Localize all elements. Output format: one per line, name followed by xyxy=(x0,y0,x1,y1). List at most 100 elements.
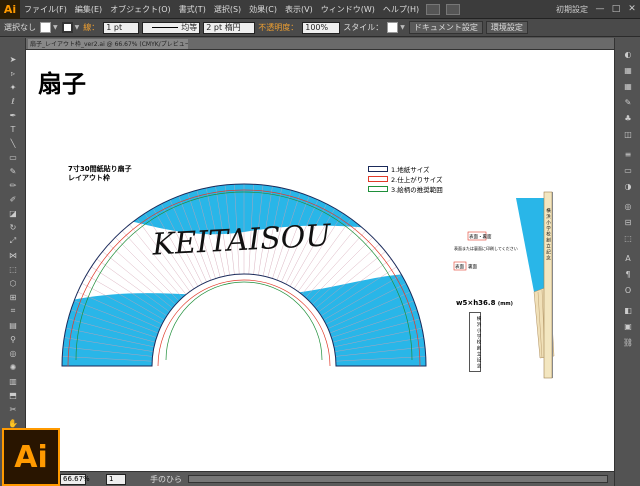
perspective-grid-tool-icon[interactable]: ⊞ xyxy=(5,292,21,302)
document-setup-button[interactable]: ドキュメント設定 xyxy=(408,21,483,34)
gradient-panel-icon[interactable]: ▭ xyxy=(622,166,634,175)
width-tool-icon[interactable]: ⋈ xyxy=(5,250,21,260)
folded-fan-view[interactable]: 横 浜 小 学 校 創 立 記 念 表面・裏面 表面または裏面に印刷してください… xyxy=(446,180,566,380)
slice-tool-icon[interactable]: ✂ xyxy=(5,404,21,414)
guard-stick-text: 横 浜 小 学 校 創 立 記 念 xyxy=(546,207,551,260)
shape-builder-tool-icon[interactable]: ⬡ xyxy=(5,278,21,288)
chevron-down-icon[interactable]: ▼ xyxy=(75,24,80,31)
rectangle-tool-icon[interactable]: ▭ xyxy=(5,152,21,162)
arrange-documents-icon[interactable] xyxy=(446,3,461,15)
eyedropper-tool-icon[interactable]: ⚲ xyxy=(5,334,21,344)
stroke-weight-field[interactable]: 1 pt xyxy=(103,21,140,34)
menu-select[interactable]: 選択(S) xyxy=(210,4,245,15)
artboard-tool-icon[interactable]: ⬒ xyxy=(5,390,21,400)
mesh-tool-icon[interactable]: ⌗ xyxy=(5,306,21,316)
menu-edit[interactable]: 編集(E) xyxy=(71,4,106,15)
minimize-button[interactable]: — xyxy=(593,3,607,16)
close-button[interactable]: ✕ xyxy=(625,3,639,16)
character-panel-icon[interactable]: A xyxy=(622,254,634,263)
stroke-label[interactable]: 線： xyxy=(83,22,99,33)
style-label: スタイル： xyxy=(343,23,384,32)
opacity-label[interactable]: 不透明度： xyxy=(258,22,298,33)
direct-selection-tool-icon[interactable]: ▹ xyxy=(5,68,21,78)
menu-help[interactable]: ヘルプ(H) xyxy=(379,4,423,15)
fill-swatch[interactable] xyxy=(40,22,51,33)
brushes-panel-icon[interactable]: ✎ xyxy=(622,98,634,107)
brush-definition[interactable]: 2 pt 楕円 xyxy=(203,21,256,34)
opacity-field[interactable]: 100% xyxy=(302,21,341,34)
blob-brush-tool-icon[interactable]: ✐ xyxy=(5,194,21,204)
variable-width-profile[interactable]: 均等 xyxy=(142,21,201,34)
status-bar: 66.67% 1 手のひら xyxy=(56,471,614,486)
menu-type[interactable]: 書式(T) xyxy=(175,4,210,15)
menu-effect[interactable]: 効果(C) xyxy=(245,4,281,15)
appearance-panel-icon[interactable]: ◎ xyxy=(622,202,634,211)
menu-file[interactable]: ファイル(F) xyxy=(20,4,71,15)
legend-label: 1.地紙サイズ xyxy=(391,166,430,174)
rotate-tool-icon[interactable]: ↻ xyxy=(5,222,21,232)
paragraph-panel-icon[interactable]: ¶ xyxy=(622,270,634,279)
size-label: w5×h36.8 (mm) xyxy=(456,299,513,307)
free-transform-tool-icon[interactable]: ⬚ xyxy=(5,264,21,274)
color-panel-icon[interactable]: ◐ xyxy=(622,50,634,59)
line-tool-icon[interactable]: ╲ xyxy=(5,138,21,148)
gradient-tool-icon[interactable]: ▤ xyxy=(5,320,21,330)
app-logo: Ai xyxy=(0,0,20,19)
page-title: 扇子 xyxy=(38,69,86,98)
stroke-panel-icon[interactable]: ≡ xyxy=(622,150,634,159)
symbols-panel-icon[interactable]: ♣ xyxy=(622,114,634,123)
horizontal-scrollbar[interactable] xyxy=(188,475,608,483)
hand-tool-icon[interactable]: ✋ xyxy=(5,418,21,428)
caption-line-1: 7寸30間紙貼り扇子 xyxy=(68,165,132,173)
layers-panel-icon[interactable]: ◧ xyxy=(622,306,634,315)
card-text: 横 浜 小 学 校 創 立 記 念 xyxy=(476,316,481,368)
blend-tool-icon[interactable]: ◎ xyxy=(5,348,21,358)
transform-panel-icon[interactable]: ⬚ xyxy=(622,234,634,243)
document-tab[interactable]: 扇子_レイアウト枠_ver2.ai @ 66.67% (CMYK/プレビュー) xyxy=(28,39,188,49)
pencil-tool-icon[interactable]: ✏ xyxy=(5,180,21,190)
menu-object[interactable]: オブジェクト(O) xyxy=(106,4,175,15)
pen-tool-icon[interactable]: ✒ xyxy=(5,110,21,120)
scale-tool-icon[interactable]: ⤢ xyxy=(5,236,21,246)
color-guide-icon[interactable]: ▦ xyxy=(622,66,634,75)
chevron-down-icon[interactable]: ▼ xyxy=(400,24,405,31)
chevron-down-icon[interactable]: ▼ xyxy=(53,24,58,31)
zoom-field[interactable]: 66.67% xyxy=(60,473,90,485)
note-omote: 表面 xyxy=(455,263,464,270)
type-tool-icon[interactable]: T xyxy=(5,124,21,134)
selection-tool-icon[interactable]: ➤ xyxy=(5,54,21,64)
stroke-swatch[interactable] xyxy=(61,22,73,33)
magic-wand-tool-icon[interactable]: ✦ xyxy=(5,82,21,92)
card-preview: 横 浜 小 学 校 創 立 記 念 xyxy=(469,312,481,372)
maximize-button[interactable]: □ xyxy=(609,3,623,16)
lasso-tool-icon[interactable]: ℓ xyxy=(5,96,21,106)
links-panel-icon[interactable]: ⛓ xyxy=(622,338,634,347)
menu-view[interactable]: 表示(V) xyxy=(281,4,317,15)
paintbrush-tool-icon[interactable]: ✎ xyxy=(5,166,21,176)
bridge-icon[interactable] xyxy=(426,3,441,15)
artboard[interactable]: 扇子 7寸30間紙貼り扇子 レイアウト枠 1.地紙サイズ 2.仕上がりサイズ 3… xyxy=(26,50,614,471)
size-unit: (mm) xyxy=(497,301,513,307)
control-bar: 選択なし ▼ ▼ 線： 1 pt 均等 2 pt 楕円 不透明度： 100% ス… xyxy=(0,19,640,37)
opentype-panel-icon[interactable]: O xyxy=(622,286,634,295)
graphic-style-swatch[interactable] xyxy=(387,22,399,33)
menu-window[interactable]: ウィンドウ(W) xyxy=(317,4,379,15)
transparency-panel-icon[interactable]: ◑ xyxy=(622,182,634,191)
swatches-panel-icon[interactable]: ▦ xyxy=(622,82,634,91)
side-box-label: 表面・裏面 xyxy=(469,233,492,240)
symbol-sprayer-tool-icon[interactable]: ✺ xyxy=(5,362,21,372)
preferences-button[interactable]: 環境設定 xyxy=(485,21,528,34)
fan-layout[interactable]: KEITAISOU xyxy=(54,174,434,370)
document-tab-bar: 扇子_レイアウト枠_ver2.ai @ 66.67% (CMYK/プレビュー) xyxy=(26,38,614,50)
column-graph-tool-icon[interactable]: ▥ xyxy=(5,376,21,386)
graphic-styles-icon[interactable]: ◫ xyxy=(622,130,634,139)
note-desc: 表面または裏面に印刷してください xyxy=(454,245,518,251)
toolbox: ➤ ▹ ✦ ℓ ✒ T ╲ ▭ ✎ ✏ ✐ ◪ ↻ ⤢ ⋈ ⬚ ⬡ ⊞ ⌗ ▤ … xyxy=(0,38,26,486)
artboards-panel-icon[interactable]: ▣ xyxy=(622,322,634,331)
workspace-switcher[interactable]: 初期設定 xyxy=(556,4,588,15)
note-ura: 裏面 xyxy=(468,263,477,270)
align-panel-icon[interactable]: ⊟ xyxy=(622,218,634,227)
size-value: w5×h36.8 xyxy=(456,299,496,307)
eraser-tool-icon[interactable]: ◪ xyxy=(5,208,21,218)
artboard-navigation-field[interactable]: 1 xyxy=(106,473,126,485)
